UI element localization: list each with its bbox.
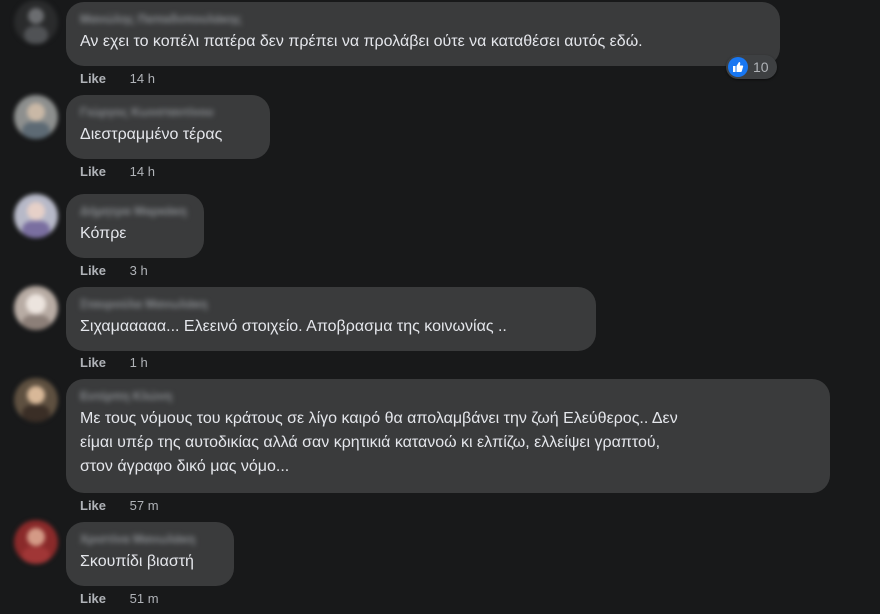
comment-text: Αν εχει το κοπέλι πατέρα δεν πρέπει να π… bbox=[80, 33, 643, 50]
like-link[interactable]: Like bbox=[80, 263, 106, 278]
comment-timestamp[interactable]: 57 m bbox=[130, 498, 159, 513]
like-link[interactable]: Like bbox=[80, 355, 106, 370]
comment-timestamp[interactable]: 14 h bbox=[130, 71, 155, 86]
like-link[interactable]: Like bbox=[80, 591, 106, 606]
comment-actions: Like 14 h bbox=[80, 71, 155, 86]
comment-actions: Like 1 h bbox=[80, 355, 148, 370]
thumbs-up-icon bbox=[728, 57, 748, 77]
comment-bubble: Δήμητρα Μαρκάκη Κόπρε bbox=[66, 194, 204, 258]
comment-timestamp[interactable]: 51 m bbox=[130, 591, 159, 606]
comment-text: Σκουπίδι βιαστή bbox=[80, 553, 194, 570]
comment-author[interactable]: Ευτέρπη Κλώνη bbox=[80, 389, 816, 403]
avatar[interactable] bbox=[14, 194, 58, 238]
avatar[interactable] bbox=[14, 378, 58, 422]
comment-text: Σιχαμααααα... Ελεεινό στοιχείο. Αποβρασμ… bbox=[80, 318, 507, 335]
avatar[interactable] bbox=[14, 95, 58, 139]
comment-bubble: Μανώλης Παπαδοπουλάκης Αν εχει το κοπέλι… bbox=[66, 2, 780, 66]
comment-timestamp[interactable]: 1 h bbox=[130, 355, 148, 370]
avatar[interactable] bbox=[14, 520, 58, 564]
comment-bubble: Χριστίνα Μανωλάκη Σκουπίδι βιαστή bbox=[66, 522, 234, 586]
comment-text: Με τους νόμους του κράτους σε λίγο καιρό… bbox=[80, 410, 678, 475]
comment-author[interactable]: Μανώλης Παπαδοπουλάκης bbox=[80, 12, 766, 26]
comment-bubble: Ευτέρπη Κλώνη Με τους νόμους του κράτους… bbox=[66, 379, 830, 493]
comment-author[interactable]: Σταυρούλα Μανωλάκη bbox=[80, 297, 582, 311]
comment-author[interactable]: Δήμητρα Μαρκάκη bbox=[80, 204, 190, 218]
comment-author[interactable]: Γιώργος Κωνσταντίνου bbox=[80, 105, 256, 119]
avatar[interactable] bbox=[14, 0, 58, 44]
comment-author[interactable]: Χριστίνα Μανωλάκη bbox=[80, 532, 220, 546]
comment-timestamp[interactable]: 14 h bbox=[130, 164, 155, 179]
comment-actions: Like 14 h bbox=[80, 164, 155, 179]
like-link[interactable]: Like bbox=[80, 498, 106, 513]
comment-text: Κόπρε bbox=[80, 225, 127, 242]
reaction-summary[interactable]: 10 bbox=[726, 55, 777, 79]
avatar[interactable] bbox=[14, 286, 58, 330]
comment-actions: Like 3 h bbox=[80, 263, 148, 278]
comment-thread: Μανώλης Παπαδοπουλάκης Αν εχει το κοπέλι… bbox=[0, 0, 880, 614]
comment-text: Διεστραμμένο τέρας bbox=[80, 126, 223, 143]
like-link[interactable]: Like bbox=[80, 71, 106, 86]
comment-actions: Like 57 m bbox=[80, 498, 159, 513]
comment-bubble: Σταυρούλα Μανωλάκη Σιχαμααααα... Ελεεινό… bbox=[66, 287, 596, 351]
comment-bubble: Γιώργος Κωνσταντίνου Διεστραμμένο τέρας bbox=[66, 95, 270, 159]
comment-actions: Like 51 m bbox=[80, 591, 159, 606]
like-link[interactable]: Like bbox=[80, 164, 106, 179]
comment-timestamp[interactable]: 3 h bbox=[130, 263, 148, 278]
reaction-count: 10 bbox=[753, 59, 769, 75]
